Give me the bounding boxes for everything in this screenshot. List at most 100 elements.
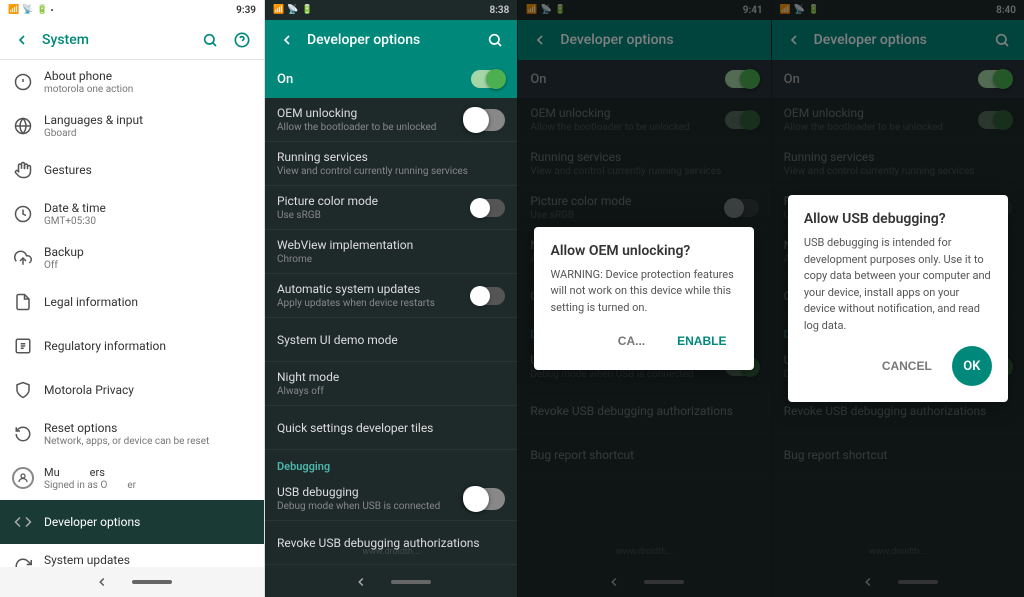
on-row-2: On: [265, 60, 517, 98]
oem-dialog: Allow OEM unlocking? WARNING: Device pro…: [534, 227, 754, 371]
usb-debugging-2[interactable]: USB debugging Debug mode when USB is con…: [265, 477, 517, 521]
picture-text-2: Picture color mode Use sRGB: [277, 194, 471, 221]
developer-options-item[interactable]: Developer options: [0, 500, 264, 544]
date-time-icon: [12, 203, 34, 225]
legal-icon: [12, 291, 34, 313]
usb-dialog-overlay: Allow USB debugging? USB debugging is in…: [772, 0, 1024, 597]
picture-color-2[interactable]: Picture color mode Use sRGB: [265, 186, 517, 230]
auto-updates-title-2: Automatic system updates: [277, 282, 471, 296]
users-title: Muers: [44, 466, 252, 479]
oem-title-2: OEM unlocking: [277, 106, 465, 120]
backup-item[interactable]: Backup Off: [0, 236, 264, 280]
usb-subtitle-2: Debug mode when USB is connected: [277, 501, 465, 512]
auto-toggle-2[interactable]: [471, 287, 505, 305]
legal-text: Legal information: [44, 295, 252, 309]
webview-title-2: WebView implementation: [277, 238, 505, 252]
usb-dialog-title: Allow USB debugging?: [804, 211, 992, 227]
users-icon: [12, 467, 34, 489]
quick-settings-text-2: Quick settings developer tiles: [277, 421, 505, 435]
about-phone-title: About phone: [44, 69, 252, 83]
back-nav-2[interactable]: [351, 572, 371, 592]
ui-demo-2[interactable]: System UI demo mode: [265, 318, 517, 362]
search-button-1[interactable]: [198, 28, 222, 52]
webview-2[interactable]: WebView implementation Chrome: [265, 230, 517, 274]
bottom-nav-1: [0, 567, 264, 597]
revoke-title-2: Revoke USB debugging authorizations: [277, 536, 505, 550]
oem-dialog-title: Allow OEM unlocking?: [550, 243, 738, 259]
back-button-1[interactable]: [10, 28, 34, 52]
auto-updates-subtitle-2: Apply updates when device restarts: [277, 298, 471, 309]
languages-item[interactable]: Languages & input Gboard: [0, 104, 264, 148]
oem-item-2[interactable]: OEM unlocking Allow the bootloader to be…: [265, 98, 517, 142]
gestures-title: Gestures: [44, 163, 252, 177]
reset-subtitle: Network, apps, or device can be reset: [44, 436, 252, 447]
system-updates-item[interactable]: System updates Updated to Android 9: [0, 544, 264, 567]
main-toggle-2[interactable]: [471, 70, 505, 88]
motorola-privacy-item[interactable]: Motorola Privacy: [0, 368, 264, 412]
home-bar-1[interactable]: [132, 580, 172, 584]
debugging-header-2: Debugging: [265, 450, 517, 477]
picture-toggle-2[interactable]: [471, 199, 505, 217]
backup-subtitle: Off: [44, 260, 252, 271]
usb-ok-button[interactable]: OK: [952, 346, 992, 386]
usb-dialog-body: USB debugging is intended for developmen…: [804, 235, 992, 334]
signal-icon-2: 📶: [273, 5, 284, 15]
usb-cancel-button[interactable]: Cancel: [870, 353, 944, 379]
oem-toggle-2[interactable]: [465, 109, 505, 131]
dev-content-2: OEM unlocking Allow the bootloader to be…: [265, 98, 517, 567]
regulatory-item[interactable]: Regulatory information: [0, 324, 264, 368]
system-updates-text: System updates Updated to Android 9: [44, 553, 252, 567]
help-button-1[interactable]: [230, 28, 254, 52]
regulatory-icon: [12, 335, 34, 357]
status-left-2: 📶 📡 🔋: [273, 5, 313, 15]
users-subtitle: Signed in as Oer: [44, 480, 252, 491]
languages-title: Languages & input: [44, 113, 252, 127]
webview-text-2: WebView implementation Chrome: [277, 238, 505, 265]
date-time-title: Date & time: [44, 201, 252, 215]
status-bar-2: 📶 📡 🔋 8:38: [265, 0, 517, 20]
back-button-2[interactable]: [275, 28, 299, 52]
reset-options-item[interactable]: Reset options Network, apps, or device c…: [0, 412, 264, 456]
languages-text: Languages & input Gboard: [44, 113, 252, 139]
oem-subtitle-2: Allow the bootloader to be unlocked: [277, 122, 465, 133]
oem-enable-button[interactable]: Enable: [665, 328, 738, 354]
about-phone-icon: [12, 71, 34, 93]
developer-options-usb-panel: 📶 📡 🔋 8:40 Developer options On OEM unlo…: [772, 0, 1024, 597]
time-2: 8:38: [489, 5, 509, 16]
quick-settings-2[interactable]: Quick settings developer tiles: [265, 406, 517, 450]
oem-cancel-button[interactable]: Ca...: [606, 328, 657, 354]
update-icon: [12, 555, 34, 567]
date-time-item[interactable]: Date & time GMT+05:30: [0, 192, 264, 236]
search-button-2[interactable]: [483, 28, 507, 52]
running-services-2[interactable]: Running services View and control curren…: [265, 142, 517, 186]
night-mode-2[interactable]: Night mode Always off: [265, 362, 517, 406]
status-right-2: 8:38: [489, 5, 509, 16]
dev-title-2: Developer options: [307, 32, 475, 48]
usb-title-2: USB debugging: [277, 485, 465, 499]
backup-icon: [12, 247, 34, 269]
backup-text: Backup Off: [44, 245, 252, 271]
gestures-item[interactable]: Gestures: [0, 148, 264, 192]
oem-dialog-body: WARNING: Device protection features will…: [550, 267, 738, 317]
back-nav-1[interactable]: [92, 572, 112, 592]
regulatory-title: Regulatory information: [44, 339, 252, 353]
auto-updates-2[interactable]: Automatic system updates Apply updates w…: [265, 274, 517, 318]
home-bar-2[interactable]: [391, 580, 431, 584]
wifi-icon-2: 📡: [287, 5, 298, 15]
legal-info-item[interactable]: Legal information: [0, 280, 264, 324]
about-phone-item[interactable]: About phone motorola one action: [0, 60, 264, 104]
time-1: 9:39: [236, 5, 256, 16]
legal-title: Legal information: [44, 295, 252, 309]
oem-dialog-actions: Ca... Enable: [550, 328, 738, 354]
usb-toggle-2[interactable]: [465, 488, 505, 510]
date-time-text: Date & time GMT+05:30: [44, 201, 252, 227]
languages-subtitle: Gboard: [44, 128, 252, 139]
night-mode-text-2: Night mode Always off: [277, 370, 505, 397]
status-left-icons: 📶 📡 🔋 •: [8, 5, 54, 15]
multiple-users-item[interactable]: Muers Signed in as Oer: [0, 456, 264, 500]
reset-title: Reset options: [44, 421, 252, 435]
usb-dialog-actions: Cancel OK: [804, 346, 992, 386]
privacy-icon: [12, 379, 34, 401]
quick-settings-title-2: Quick settings developer tiles: [277, 421, 505, 435]
revoke-usb-2[interactable]: Revoke USB debugging authorizations: [265, 521, 517, 565]
